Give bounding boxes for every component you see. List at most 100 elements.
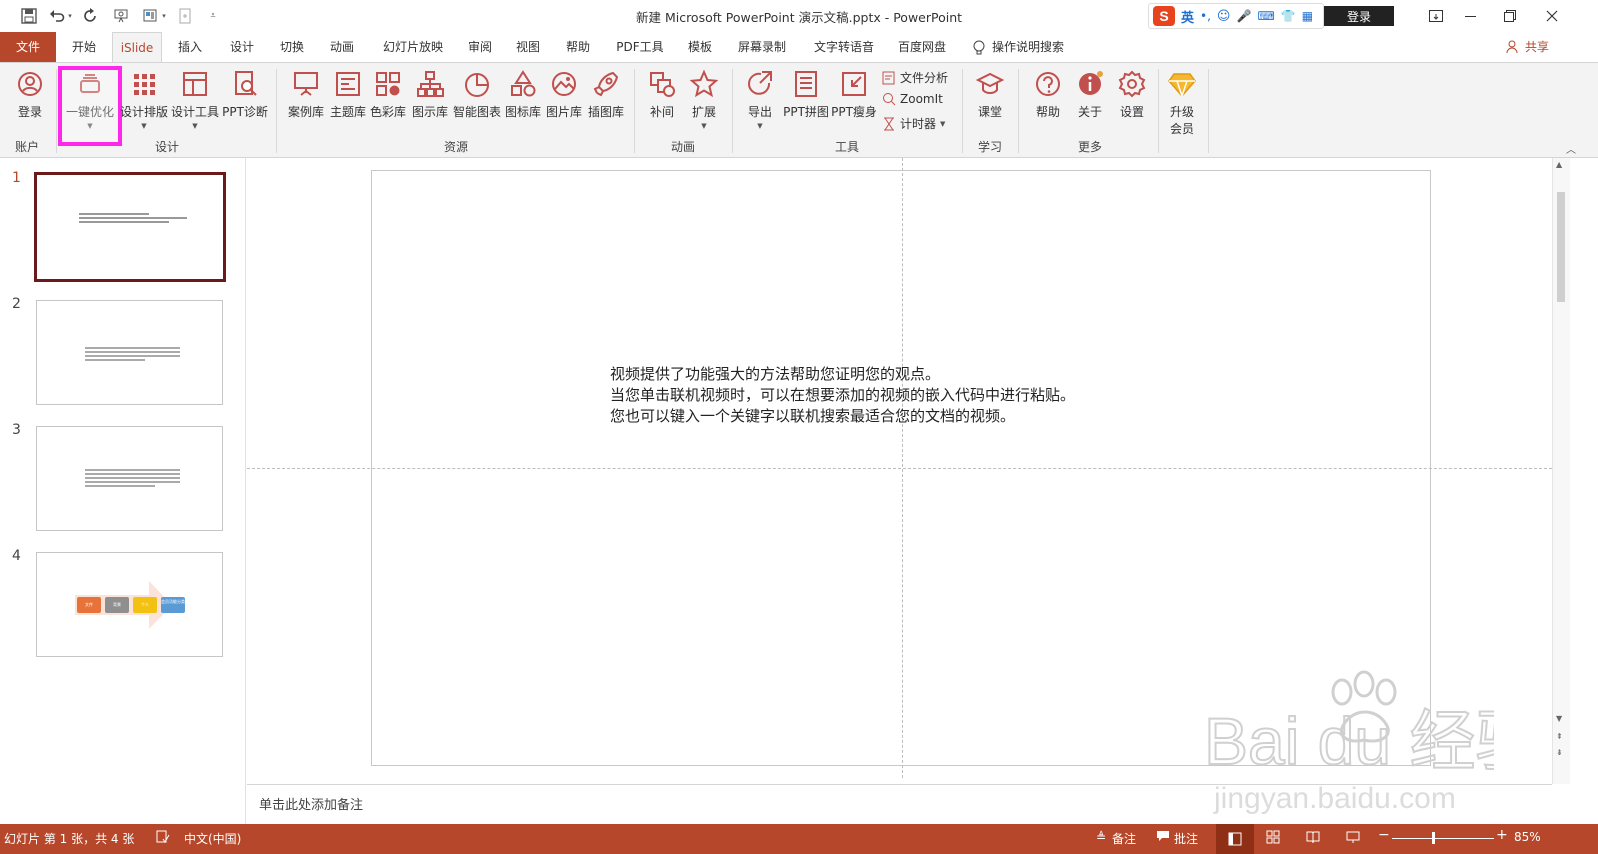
restore-icon[interactable]: [1500, 6, 1520, 26]
help-circle-icon: [1036, 72, 1060, 96]
image-library-button[interactable]: 图片库: [544, 69, 584, 120]
previous-slide-icon[interactable]: ⇞: [1556, 732, 1563, 741]
extend-button[interactable]: 扩展 ▼: [684, 69, 724, 130]
account-login-button[interactable]: 登录: [1324, 6, 1394, 26]
zoom-slider[interactable]: [1392, 838, 1494, 839]
slide-thumbnail[interactable]: 文件 背景 个人 会员功能分类: [36, 552, 223, 657]
zoom-out-icon[interactable]: −: [1378, 827, 1390, 843]
illustration-library-button[interactable]: 插图库: [584, 69, 628, 120]
punctuation-icon[interactable]: •,: [1200, 9, 1211, 23]
thumb-process-diagram: [75, 581, 172, 629]
smart-chart-button[interactable]: 智能图表: [452, 69, 502, 120]
diagram-library-button[interactable]: 图示库: [408, 69, 452, 120]
share-person-icon[interactable]: [1506, 40, 1520, 57]
slide-text-line: 视频提供了功能强大的方法帮助您证明您的观点。: [610, 365, 941, 383]
file-analysis-button[interactable]: 文件分析: [882, 69, 948, 86]
reading-view-icon[interactable]: [1306, 830, 1320, 847]
microphone-icon[interactable]: 🎤: [1236, 9, 1251, 23]
group-label-tools: 工具: [834, 140, 859, 154]
language-status[interactable]: 中文(中国): [184, 830, 241, 847]
login-button[interactable]: 登录: [10, 69, 50, 120]
tab-slideshow[interactable]: 幻灯片放映: [378, 32, 448, 62]
color-library-button[interactable]: 色彩库: [368, 69, 408, 120]
comment-icon[interactable]: [1156, 830, 1170, 845]
minimize-icon[interactable]: [1460, 6, 1480, 26]
close-icon[interactable]: [1542, 6, 1562, 26]
zoom-level[interactable]: 85%: [1514, 830, 1541, 844]
vertical-scrollbar[interactable]: ▲ ▼ ⇞ ⇟: [1552, 158, 1570, 784]
about-button[interactable]: 关于: [1070, 69, 1110, 120]
slide-text-box[interactable]: 视频提供了功能强大的方法帮助您证明您的观点。 当您单击联机视频时，可以在想要添加…: [610, 364, 1075, 427]
ppt-mosaic-button[interactable]: PPT拼图: [782, 69, 830, 120]
slide-count-status: 幻灯片 第 1 张，共 4 张: [4, 832, 135, 846]
islide-ribbon: 登录 账户 一键优化 ▼ 设计排版 ▼ 设计工具 ▼ PPT诊断 设计 案例库 …: [0, 62, 1598, 158]
ppt-diagnose-label: PPT诊断: [222, 105, 268, 119]
icon-library-button[interactable]: 图标库: [502, 69, 544, 120]
image-library-label: 图片库: [545, 105, 582, 119]
chevron-down-icon: ▼: [192, 122, 198, 130]
share-button[interactable]: 共享: [1522, 32, 1552, 62]
tab-templates[interactable]: 模板: [680, 32, 720, 62]
ppt-diagnose-button[interactable]: PPT诊断: [222, 69, 268, 120]
zoom-in-icon[interactable]: +: [1496, 827, 1508, 843]
classroom-button[interactable]: 课堂: [970, 69, 1010, 120]
tab-text-to-speech[interactable]: 文字转语音: [806, 32, 882, 62]
tab-review[interactable]: 审阅: [460, 32, 500, 62]
horizontal-guide[interactable]: [247, 468, 1552, 469]
slideshow-icon[interactable]: [1346, 830, 1360, 847]
grid-icon[interactable]: ▦: [1302, 9, 1313, 23]
theme-library-button[interactable]: 主题库: [328, 69, 368, 120]
ribbon-display-options-icon[interactable]: [1426, 6, 1446, 26]
next-slide-icon[interactable]: ⇟: [1556, 748, 1563, 757]
notes-pane[interactable]: 单击此处添加备注: [247, 784, 1552, 824]
tab-baidu-pan[interactable]: 百度网盘: [890, 32, 954, 62]
slide-sorter-icon[interactable]: [1266, 830, 1280, 847]
normal-view-button[interactable]: [1216, 824, 1254, 854]
notes-toggle-button[interactable]: 备注: [1112, 830, 1136, 847]
tab-screen-record[interactable]: 屏幕录制: [730, 32, 794, 62]
spellcheck-icon[interactable]: [156, 830, 170, 847]
help-button[interactable]: 帮助: [1028, 69, 1068, 120]
ppt-mosaic-label: PPT拼图: [783, 105, 829, 119]
slide-thumbnail[interactable]: [34, 172, 226, 282]
ppt-slim-button[interactable]: PPT瘦身: [830, 69, 878, 120]
design-layout-button[interactable]: 设计排版 ▼: [120, 69, 168, 130]
group-label-resources: 资源: [443, 140, 468, 154]
scrollbar-thumb[interactable]: [1557, 192, 1565, 302]
comments-button[interactable]: 批注: [1174, 830, 1198, 847]
emoji-icon[interactable]: ☺: [1217, 9, 1231, 24]
ime-toolbar[interactable]: S 英 •, ☺ 🎤 ⌨ 👕 ▦: [1148, 3, 1324, 29]
tab-design[interactable]: 设计: [222, 32, 262, 62]
tab-view[interactable]: 视图: [508, 32, 548, 62]
tab-insert[interactable]: 插入: [170, 32, 210, 62]
group-divider: [732, 69, 733, 153]
slide-thumbnail[interactable]: [36, 426, 223, 531]
ime-language[interactable]: 英: [1181, 7, 1194, 26]
case-library-button[interactable]: 案例库: [284, 69, 328, 120]
timer-button[interactable]: 计时器 ▼: [882, 115, 945, 132]
tab-transitions[interactable]: 切换: [272, 32, 312, 62]
keyboard-icon[interactable]: ⌨: [1257, 9, 1274, 23]
settings-button[interactable]: 设置: [1112, 69, 1152, 120]
tab-help[interactable]: 帮助: [558, 32, 598, 62]
slide-thumbnail[interactable]: [36, 300, 223, 405]
zoomit-button[interactable]: ZoomIt: [882, 92, 943, 106]
scroll-down-icon[interactable]: ▼: [1556, 714, 1562, 723]
tab-animations[interactable]: 动画: [322, 32, 362, 62]
collapse-ribbon-icon[interactable]: ︿: [1566, 141, 1576, 156]
group-label-more: 更多: [1077, 140, 1102, 154]
shirt-icon[interactable]: 👕: [1281, 9, 1296, 23]
design-tools-button[interactable]: 设计工具 ▼: [170, 69, 220, 130]
export-button[interactable]: 导出 ▼: [742, 69, 778, 130]
scroll-up-icon[interactable]: ▲: [1556, 160, 1562, 169]
zoom-slider-thumb[interactable]: [1432, 832, 1435, 844]
tween-button[interactable]: 补间: [642, 69, 682, 120]
user-circle-icon: [18, 72, 42, 96]
tab-file[interactable]: 文件: [0, 32, 56, 62]
upgrade-member-button[interactable]: 升级 会员: [1164, 69, 1200, 137]
notes-toggle-icon[interactable]: ≜: [1096, 830, 1106, 844]
tab-islide[interactable]: iSlide: [112, 32, 162, 62]
tab-home[interactable]: 开始: [62, 32, 106, 62]
tell-me-search[interactable]: 操作说明搜索: [992, 32, 1072, 62]
tab-pdf-tools[interactable]: PDF工具: [610, 32, 670, 62]
